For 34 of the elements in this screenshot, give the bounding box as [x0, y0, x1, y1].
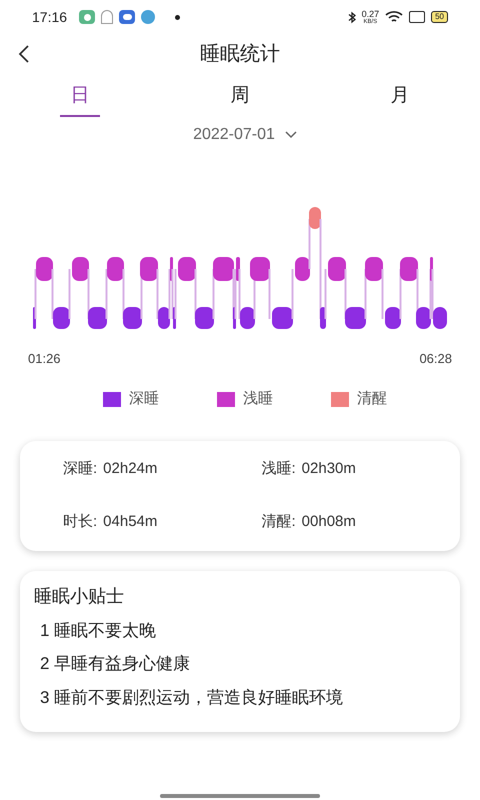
wifi-icon [385, 10, 404, 24]
period-tab[interactable]: 周 [220, 82, 260, 116]
page-title: 睡眠统计 [200, 42, 280, 67]
status-time: 17:16 [32, 8, 68, 26]
stat-value: 02h24m [103, 459, 158, 479]
stat-value: 02h30m [302, 459, 356, 479]
stat-label: 时长: [63, 512, 98, 532]
chevron-down-icon [284, 130, 297, 138]
period-tab[interactable]: 日 [60, 82, 100, 116]
app-icon [141, 10, 156, 24]
stat-label: 浅睡: [262, 459, 296, 479]
start-time: 01:26 [28, 350, 61, 368]
battery-indicator: 50 [431, 11, 448, 23]
stat-value: 04h54m [103, 512, 158, 532]
app-icon [119, 10, 136, 24]
tip-text: 3 睡前不要剧烈运动，营造良好睡眠环境 [39, 686, 344, 708]
network-speed: 0.27 [362, 10, 380, 18]
tips-title: 睡眠小贴士 [34, 584, 125, 608]
date-picker[interactable]: 2022-07-01 [193, 122, 297, 146]
stat-label: 清醒: [262, 512, 296, 532]
sim-icon [409, 11, 426, 23]
period-tab[interactable]: 月 [380, 82, 420, 116]
tip-text: 2 早睡有益身心健康 [39, 653, 192, 675]
legend-label: 清醒 [357, 389, 387, 409]
legend-label: 深睡 [129, 389, 159, 409]
stat-label: 深睡: [63, 459, 98, 479]
chat-icon [101, 10, 114, 24]
back-icon[interactable] [18, 44, 30, 64]
end-time: 06:28 [419, 350, 452, 368]
bluetooth-icon [348, 10, 356, 24]
legend-label: 浅睡 [243, 389, 273, 409]
app-icon [79, 10, 96, 24]
stat-value: 00h08m [302, 512, 356, 532]
tip-text: 1 睡眠不要太晚 [39, 620, 158, 642]
